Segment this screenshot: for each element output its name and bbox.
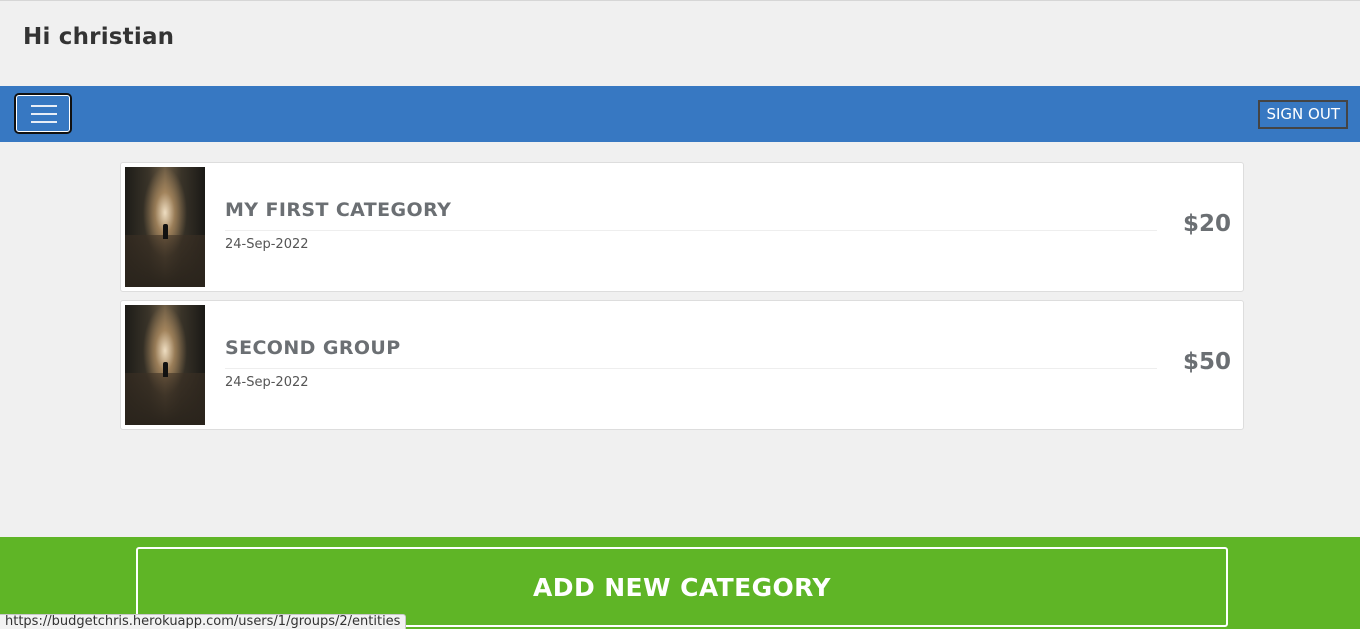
category-amount: $50 — [1182, 349, 1231, 375]
category-thumbnail — [125, 167, 205, 287]
category-date: 24-Sep-2022 — [225, 375, 309, 390]
status-bar-url: https://budgetchris.herokuapp.com/users/… — [0, 614, 407, 629]
category-card[interactable]: MY FIRST CATEGORY 24-Sep-2022 $20 — [120, 162, 1244, 292]
category-date: 24-Sep-2022 — [225, 237, 309, 252]
category-thumbnail — [125, 305, 205, 425]
category-amount: $20 — [1182, 211, 1231, 237]
divider — [225, 368, 1157, 369]
category-card[interactable]: SECOND GROUP 24-Sep-2022 $50 — [120, 300, 1244, 430]
category-list: MY FIRST CATEGORY 24-Sep-2022 $20 SECOND… — [120, 162, 1244, 438]
divider — [225, 230, 1157, 231]
category-name: MY FIRST CATEGORY — [225, 199, 452, 221]
greeting-heading: Hi christian — [23, 24, 175, 50]
category-name: SECOND GROUP — [225, 337, 401, 359]
top-border — [0, 0, 1360, 1]
hamburger-menu-button[interactable] — [14, 93, 72, 134]
sign-out-button[interactable]: SIGN OUT — [1258, 100, 1348, 129]
navbar: SIGN OUT — [0, 86, 1360, 142]
hamburger-menu-icon — [31, 105, 57, 107]
